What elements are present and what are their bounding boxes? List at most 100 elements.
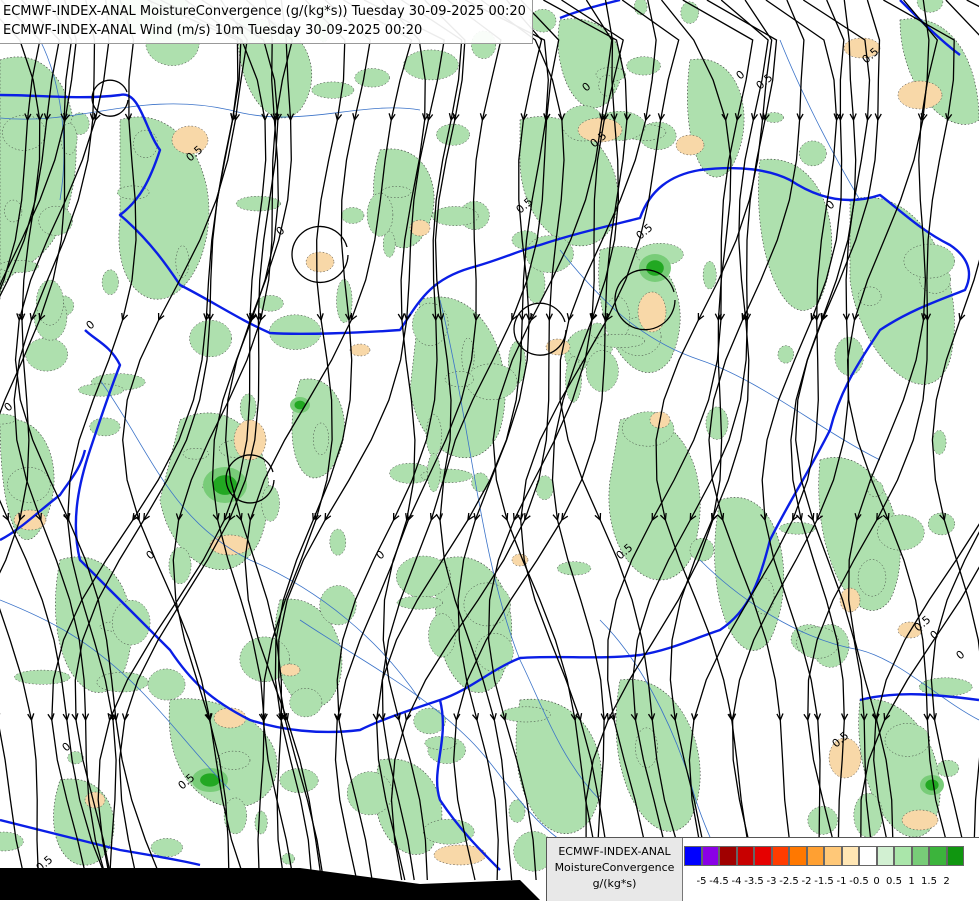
positive-convergence-cell [595, 333, 646, 348]
positive-convergence-cell [89, 417, 121, 437]
legend-text-block: ECMWF-INDEX-ANAL MoistureConvergence g/(… [547, 838, 683, 901]
positive-convergence-cell [427, 453, 441, 493]
legend-label: -2 [801, 876, 812, 887]
positive-convergence-cell [254, 810, 268, 835]
positive-convergence-cell [67, 751, 84, 765]
positive-convergence-cell [319, 585, 357, 626]
positive-convergence-cell [557, 561, 592, 576]
divergence-cell [233, 419, 267, 461]
positive-convergence-cell [796, 626, 840, 659]
positive-convergence-cell [834, 336, 864, 376]
divergence-cell [409, 219, 431, 237]
positive-convergence-cell [216, 750, 251, 770]
legend-label: -1.5 [814, 876, 834, 887]
color-legend: ECMWF-INDEX-ANAL MoistureConvergence g/(… [546, 837, 979, 901]
legend-swatch-4 [754, 846, 772, 866]
positive-convergence-cell [680, 1, 699, 24]
positive-convergence-cell [428, 613, 456, 658]
legend-label: 1.5 [921, 876, 937, 887]
legend-labels: -5 -4.5 -4 -3.5 -3 -2.5 -2 -1.5 -1 -0.5 0 0.5 1 1.5 2 [684, 876, 974, 890]
map-title-box: ECMWF-INDEX-ANAL MoistureConvergence (g/… [0, 0, 533, 44]
positive-convergence-cell [289, 688, 323, 718]
positive-convergence-cell [475, 633, 514, 672]
positive-convergence-cell [25, 337, 68, 372]
legend-swatch-3 [736, 846, 754, 866]
legend-swatch-2 [719, 846, 737, 866]
legend-swatch-15 [946, 846, 964, 866]
legend-label: -4.5 [709, 876, 729, 887]
legend-swatch-11 [876, 846, 894, 866]
positive-convergence-cell [189, 319, 232, 358]
legend-swatch-14 [929, 846, 947, 866]
divergence-cell [901, 809, 939, 831]
legend-swatch-0 [684, 846, 702, 866]
positive-convergence-cell [884, 723, 931, 757]
positive-convergence-cell [918, 677, 973, 697]
legend-unit: g/(kg*s) [592, 877, 637, 890]
divergence-cell [279, 663, 301, 677]
positive-convergence-cell [354, 68, 390, 88]
positive-convergence-cell [175, 245, 190, 278]
legend-source: ECMWF-INDEX-ANAL [558, 845, 671, 858]
legend-swatch-10 [859, 846, 877, 866]
positive-convergence-cell [235, 195, 282, 212]
legend-swatch-6 [789, 846, 807, 866]
very-strong-convergence-cell [925, 779, 939, 791]
legend-label: -2.5 [779, 876, 799, 887]
positive-convergence-cell [396, 595, 443, 610]
legend-label: -5 [696, 876, 707, 887]
legend-label: -4 [731, 876, 742, 887]
positive-convergence-cell [147, 668, 186, 701]
legend-label: 0 [873, 876, 880, 887]
positive-convergence-cell [329, 528, 347, 556]
title-moisture-convergence: ECMWF-INDEX-ANAL MoistureConvergence (g/… [3, 4, 526, 19]
positive-convergence-cell [313, 422, 329, 456]
positive-convergence-cell [281, 853, 295, 865]
legend-label: 1 [908, 876, 915, 887]
legend-swatch-1 [701, 846, 719, 866]
divergence-cell [897, 80, 943, 110]
legend-swatch-9 [841, 846, 859, 866]
divergence-cell [637, 291, 667, 333]
positive-convergence-cell [341, 207, 365, 224]
positive-convergence-cell [702, 261, 717, 290]
positive-convergence-cell [0, 260, 39, 273]
positive-convergence-cell [807, 806, 838, 835]
positive-convergence-cell [336, 279, 353, 323]
legend-label: -0.5 [849, 876, 869, 887]
moisture-convergence-map: 00.500.500.50 0.500.500.50.500.50 00.500.5… [0, 0, 979, 900]
legend-label: 2 [943, 876, 950, 887]
legend-swatch-12 [894, 846, 912, 866]
positive-convergence-cell [936, 759, 960, 777]
legend-swatches [684, 846, 964, 866]
legend-swatch-5 [771, 846, 789, 866]
positive-convergence-cell [413, 707, 446, 735]
positive-convergence-cell [256, 295, 284, 312]
legend-swatch-8 [824, 846, 842, 866]
positive-convergence-cell [112, 599, 151, 646]
legend-variable: MoistureConvergence [554, 861, 675, 874]
positive-convergence-cell [101, 269, 119, 295]
positive-convergence-cell [150, 838, 183, 858]
positive-convergence-cell [78, 383, 125, 397]
positive-convergence-cell [903, 243, 955, 279]
very-strong-convergence-cell [646, 260, 664, 276]
divergence-cell [213, 707, 247, 729]
positive-convergence-cell [382, 230, 396, 258]
legend-swatch-13 [911, 846, 929, 866]
title-wind: ECMWF-INDEX-ANAL Wind (m/s) 10m Tuesday … [3, 23, 423, 38]
legend-label: 0.5 [886, 876, 902, 887]
positive-convergence-cell [777, 345, 794, 364]
legend-label: -1 [836, 876, 847, 887]
positive-convergence-cell [463, 582, 511, 627]
legend-label: -3.5 [744, 876, 764, 887]
positive-convergence-cell [133, 129, 158, 159]
positive-convergence-cell [626, 56, 661, 76]
positive-convergence-cell [932, 430, 947, 455]
positive-convergence-cell [798, 140, 827, 167]
positive-convergence-cell [168, 546, 192, 585]
positive-convergence-cell [431, 206, 479, 226]
very-strong-convergence-cell [200, 773, 220, 787]
divergence-cell [675, 134, 705, 156]
positive-convergence-cell [425, 414, 442, 457]
